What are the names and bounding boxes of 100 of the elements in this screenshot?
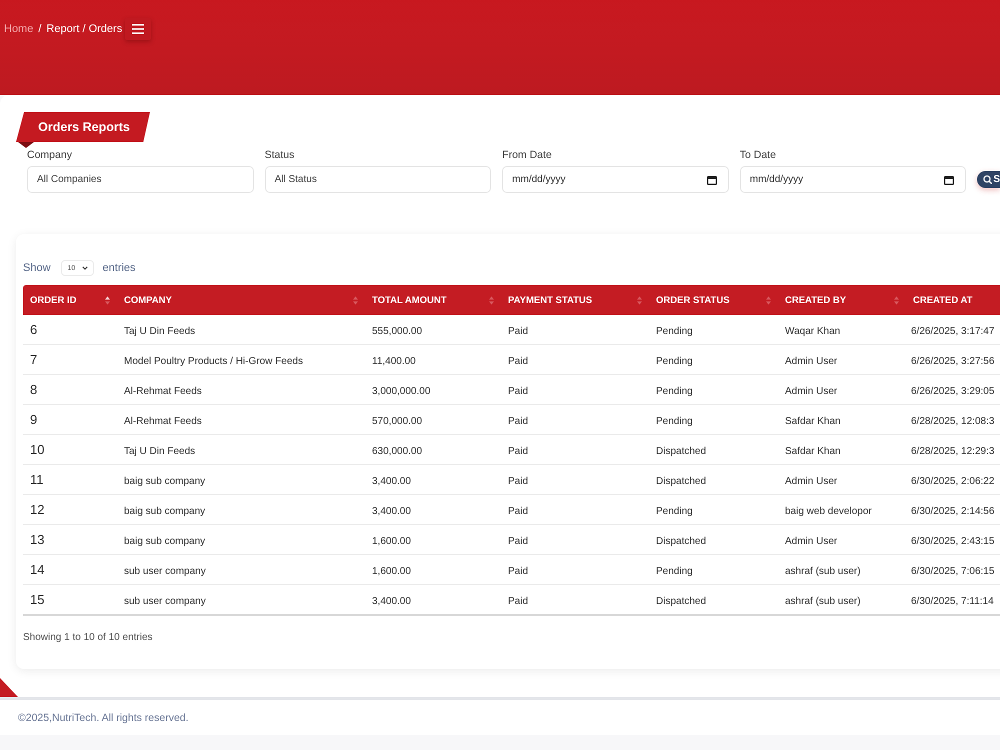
table-cell: Safdar Khan bbox=[785, 416, 841, 426]
table-cell: 1,600.00 bbox=[372, 536, 411, 546]
table-cell: 570,000.00 bbox=[372, 416, 422, 426]
column-header[interactable]: ORDER ID bbox=[23, 285, 117, 315]
table-cell: 555,000.00 bbox=[372, 326, 422, 336]
column-header[interactable]: ORDER STATUS bbox=[649, 285, 778, 315]
column-header[interactable]: COMPANY bbox=[117, 285, 365, 315]
table-cell: 6/26/2025, 3:27:56 bbox=[911, 356, 994, 366]
table-cell: Paid bbox=[508, 416, 528, 426]
field-label: Company bbox=[27, 149, 73, 162]
table-cell: 6 bbox=[30, 322, 38, 336]
table-cell: 1,600.00 bbox=[372, 566, 411, 576]
table-cell: Admin User bbox=[785, 536, 838, 546]
chevron-down-icon bbox=[82, 266, 88, 270]
table-cell: Paid bbox=[508, 386, 528, 396]
date-field[interactable]: mm/dd/yyyy bbox=[740, 166, 966, 193]
table-cell: 630,000.00 bbox=[372, 446, 422, 456]
page-title-banner: Orders Reports bbox=[16, 112, 150, 142]
table-cell: Pending bbox=[656, 356, 693, 366]
table-info: Showing 1 to 10 of 10 entries bbox=[23, 632, 154, 645]
table-cell: Taj U Din Feeds bbox=[124, 446, 196, 456]
table-cell: Paid bbox=[508, 446, 528, 456]
table-cell: Admin User bbox=[785, 476, 838, 486]
table-cell: ashraf (sub user) bbox=[785, 566, 861, 576]
corner-triangle-icon bbox=[0, 678, 18, 697]
table-cell: Pending bbox=[656, 566, 693, 576]
table-cell: Dispatched bbox=[656, 536, 706, 546]
table-cell: Paid bbox=[508, 596, 528, 606]
calendar-icon bbox=[706, 174, 717, 184]
table-cell: Safdar Khan bbox=[785, 446, 841, 456]
table-cell: 6/30/2025, 2:14:56 bbox=[911, 506, 994, 516]
table-cell: 15 bbox=[30, 592, 44, 606]
select-field[interactable]: All Companies bbox=[27, 166, 254, 193]
table-cell: 11,400.00 bbox=[372, 356, 416, 366]
table-cell: Dispatched bbox=[656, 446, 706, 456]
table-cell: 3,400.00 bbox=[372, 596, 411, 606]
table-cell: sub user company bbox=[124, 596, 206, 606]
table-cell: Paid bbox=[508, 326, 528, 336]
table-cell: 7 bbox=[30, 352, 38, 366]
table-cell: Al-Rehmat Feeds bbox=[124, 416, 202, 426]
table-cell: Admin User bbox=[785, 386, 838, 396]
table-cell: Taj U Din Feeds bbox=[124, 326, 196, 336]
table-cell: 6/30/2025, 7:06:15 bbox=[911, 566, 994, 576]
table-cell: 12 bbox=[30, 502, 44, 516]
table-cell: 6/30/2025, 2:06:22 bbox=[911, 476, 994, 486]
table-cell: baig sub company bbox=[124, 536, 206, 546]
column-header[interactable]: CREATED BY bbox=[778, 285, 906, 315]
table-cell: Al-Rehmat Feeds bbox=[124, 386, 202, 396]
table-cell: Admin User bbox=[785, 356, 838, 366]
table-cell: 8 bbox=[30, 382, 38, 396]
table-cell: baig web developor bbox=[785, 506, 872, 516]
column-header[interactable]: TOTAL AMOUNT bbox=[365, 285, 501, 315]
show-label: Show bbox=[23, 262, 51, 274]
table-cell: 6/30/2025, 7:11:14 bbox=[911, 596, 994, 606]
select-field[interactable]: All Status bbox=[264, 166, 492, 193]
table-cell: 13 bbox=[30, 532, 44, 546]
table-cell: 6/26/2025, 3:17:47 bbox=[911, 326, 994, 336]
copyright-text: ©2025,NutriTech. All rights reserved. bbox=[18, 712, 189, 724]
field-label: From Date bbox=[502, 149, 553, 162]
table-cell: 3,000,000.00 bbox=[372, 386, 430, 396]
table-cell: baig sub company bbox=[124, 476, 206, 486]
search-button[interactable]: S bbox=[977, 171, 1000, 188]
table-cell: 3,400.00 bbox=[372, 506, 411, 516]
column-header[interactable]: CREATED AT bbox=[906, 285, 1000, 315]
field-label: Status bbox=[264, 149, 296, 162]
table-cell: Pending bbox=[656, 326, 693, 336]
table-cell: Pending bbox=[656, 506, 693, 516]
breadcrumb-link[interactable]: Home bbox=[4, 23, 34, 35]
breadcrumb-separator: / bbox=[38, 23, 42, 35]
table-cell: 6/30/2025, 2:43:15 bbox=[911, 536, 994, 546]
table-cell: Pending bbox=[656, 386, 693, 396]
breadcrumb-current: Report / Orders bbox=[46, 23, 122, 35]
entries-label: entries bbox=[102, 262, 136, 274]
menu-icon bbox=[132, 24, 144, 34]
table-cell: sub user company bbox=[124, 566, 206, 576]
calendar-icon bbox=[944, 174, 954, 184]
table-cell: ashraf (sub user) bbox=[785, 596, 861, 606]
table-cell: 6/28/2025, 12:29:3 bbox=[911, 446, 994, 456]
table-cell: 6/28/2025, 12:08:3 bbox=[911, 416, 994, 426]
table-cell: 11 bbox=[30, 472, 44, 486]
search-icon bbox=[983, 175, 992, 184]
table-cell: 9 bbox=[30, 412, 38, 426]
table-cell: Pending bbox=[656, 416, 693, 426]
table-cell: 14 bbox=[30, 562, 44, 576]
table-cell: 3,400.00 bbox=[372, 476, 411, 486]
banner-fold-icon bbox=[18, 142, 34, 148]
table-cell: Paid bbox=[508, 506, 528, 516]
field-label: To Date bbox=[740, 149, 777, 162]
table-cell: Paid bbox=[508, 476, 528, 486]
table-cell: Paid bbox=[508, 356, 528, 366]
table-cell: 6/26/2025, 3:29:05 bbox=[911, 386, 994, 396]
column-header[interactable]: PAYMENT STATUS bbox=[501, 285, 649, 315]
table-cell: Model Poultry Products / Hi-Grow Feeds bbox=[124, 356, 303, 366]
table-cell: Paid bbox=[508, 566, 528, 576]
date-field[interactable]: mm/dd/yyyy bbox=[502, 166, 729, 193]
table-cell: Dispatched bbox=[656, 596, 706, 606]
table-cell: baig sub company bbox=[124, 506, 206, 516]
table-cell: Paid bbox=[508, 536, 528, 546]
menu-button[interactable] bbox=[125, 18, 152, 40]
table-cell: 10 bbox=[30, 442, 44, 456]
